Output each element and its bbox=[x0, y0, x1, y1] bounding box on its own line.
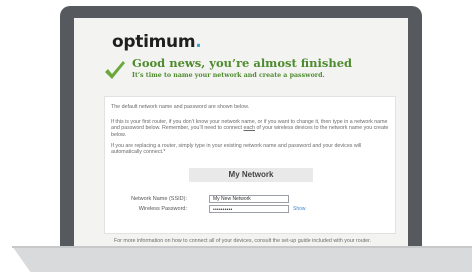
page-headline: Good news, you’re almost finished bbox=[132, 56, 353, 70]
password-input[interactable]: •••••••••• bbox=[209, 205, 289, 213]
ssid-input[interactable] bbox=[209, 195, 289, 203]
logo-text: optimum bbox=[112, 32, 196, 52]
laptop-screen: optimum. Good news, you’re almost finish… bbox=[74, 18, 408, 260]
logo-dot: . bbox=[195, 32, 202, 52]
intro-p2-underlined: each bbox=[243, 125, 256, 132]
laptop-base-edge bbox=[12, 246, 472, 248]
network-form-title: My Network bbox=[189, 168, 313, 182]
intro-paragraph-1: The default network name and password ar… bbox=[111, 104, 250, 110]
checkmark-icon bbox=[105, 61, 125, 79]
page-subheading: It’s time to name your network and creat… bbox=[132, 72, 325, 79]
network-setup-card: The default network name and password ar… bbox=[104, 96, 396, 234]
optimum-logo: optimum. bbox=[112, 32, 202, 52]
laptop-base bbox=[12, 246, 472, 272]
intro-paragraph-2: If this is your first router, if you don… bbox=[111, 119, 389, 138]
ssid-label: Network Name (SSID): bbox=[131, 196, 187, 202]
show-password-link[interactable]: Show bbox=[293, 206, 306, 212]
setup-guide-note: For more information on how to connect a… bbox=[114, 238, 372, 244]
password-label: Wireless Password: bbox=[138, 206, 187, 212]
intro-paragraph-3: If you are replacing a router, simply ty… bbox=[111, 143, 362, 156]
